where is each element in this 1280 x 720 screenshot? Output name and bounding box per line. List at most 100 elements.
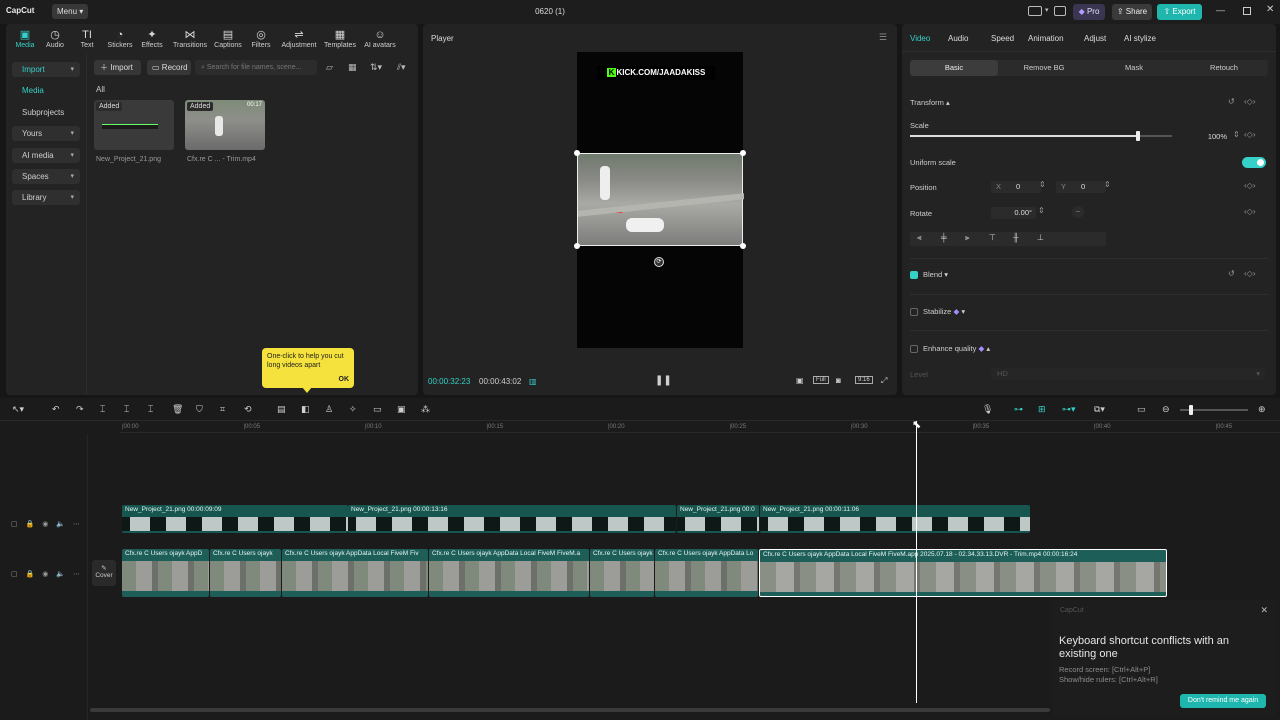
align-left-icon[interactable]: ⫷ bbox=[917, 233, 922, 243]
zoom-slider-handle[interactable] bbox=[1189, 405, 1193, 415]
stabilize-checkbox[interactable] bbox=[910, 308, 918, 316]
enhance-quality-heading[interactable]: Enhance quality ◆ ▴ bbox=[923, 344, 990, 353]
tab-adjustment[interactable]: ⇌ Adjustment bbox=[278, 28, 320, 49]
full-quality-button[interactable]: Full bbox=[813, 376, 829, 384]
tooltip-ok-button[interactable]: OK bbox=[339, 376, 350, 383]
subtab-retouch[interactable]: Retouch bbox=[1180, 60, 1268, 76]
preview-axis-icon[interactable]: ⧉▾ bbox=[1094, 404, 1105, 415]
blend-checkbox[interactable] bbox=[910, 271, 918, 279]
grid-view-icon[interactable]: ▦ bbox=[348, 62, 357, 73]
lock-icon[interactable]: 🔒 bbox=[26, 571, 35, 578]
more-icon[interactable]: ⋯ bbox=[73, 521, 80, 528]
align-center-v-icon[interactable]: ╫ bbox=[1013, 233, 1019, 242]
scale-slider-handle[interactable] bbox=[1135, 131, 1140, 141]
close-window-icon[interactable]: ✕ bbox=[1266, 4, 1274, 15]
keyframe-icon[interactable]: ‹◇› bbox=[1244, 181, 1255, 190]
align-right-icon[interactable]: ⫸ bbox=[965, 233, 970, 243]
remove-bg-icon[interactable]: ♙ bbox=[325, 404, 333, 415]
auto-snap-icon[interactable]: ⊞ bbox=[1038, 404, 1046, 415]
export-button[interactable]: ⇧ Export bbox=[1157, 4, 1202, 20]
tab-speed[interactable]: Speed bbox=[991, 34, 1014, 43]
linkage-icon[interactable]: ⊶▾ bbox=[1062, 404, 1076, 415]
tab-text[interactable]: TI Text bbox=[70, 28, 104, 49]
delete-icon[interactable]: 🗑 bbox=[172, 404, 183, 415]
stabilize-heading[interactable]: Stabilize ◆ ▾ bbox=[923, 307, 965, 316]
dont-remind-button[interactable]: Don't remind me again bbox=[1180, 694, 1266, 708]
maximize-icon[interactable] bbox=[1243, 7, 1251, 15]
blend-heading[interactable]: Blend ▾ bbox=[923, 270, 948, 279]
enhance-quality-checkbox[interactable] bbox=[910, 345, 918, 353]
redo-icon[interactable]: ↷ bbox=[76, 404, 84, 415]
sidebar-spaces[interactable]: Spaces ▾ bbox=[12, 169, 80, 184]
minimize-icon[interactable]: — bbox=[1216, 5, 1225, 15]
track-visibility-icon[interactable]: ▢ bbox=[11, 571, 18, 578]
notification-close-icon[interactable]: ✕ bbox=[1260, 605, 1268, 616]
layout-icon[interactable] bbox=[1028, 6, 1042, 16]
smart-split-icon[interactable]: ◧ bbox=[301, 404, 310, 415]
y-stepper-icon[interactable]: ⇕ bbox=[1104, 180, 1111, 189]
tab-animation[interactable]: Animation bbox=[1028, 34, 1064, 43]
subtab-remove-bg[interactable]: Remove BG bbox=[1000, 60, 1088, 76]
handle-tl[interactable] bbox=[574, 150, 580, 156]
keyframe-icon[interactable]: ‹◇› bbox=[1244, 207, 1255, 216]
player-menu-icon[interactable]: ☰ bbox=[879, 32, 887, 43]
sidebar-media[interactable]: Media bbox=[12, 83, 80, 98]
reset-icon[interactable]: ↺ bbox=[1228, 97, 1235, 106]
cover-button[interactable]: ✎ Cover bbox=[92, 560, 116, 586]
sidebar-import[interactable]: Import ▾ bbox=[12, 62, 80, 77]
tab-adjust[interactable]: Adjust bbox=[1084, 34, 1106, 43]
rotate-handle-icon[interactable]: ⟳ bbox=[654, 257, 664, 267]
video-clip[interactable]: Cfx.re C Users ojayk AppData Local FiveM… bbox=[282, 549, 428, 597]
playhead[interactable] bbox=[916, 421, 917, 703]
tab-captions[interactable]: ▤ Captions bbox=[211, 28, 245, 49]
overlay-clip[interactable]: New_Project_21.png 00:00:09:09 bbox=[122, 505, 348, 533]
video-clip[interactable]: Cfx.re C Users ojayk bbox=[590, 549, 654, 597]
tab-audio-props[interactable]: Audio bbox=[948, 34, 968, 43]
preview-canvas[interactable]: K KICK.COM/JAADAKISS ⟳ bbox=[574, 52, 746, 348]
aspect-ratio-button[interactable]: 9:16 bbox=[855, 376, 873, 384]
handle-bl[interactable] bbox=[574, 243, 580, 249]
microphone-icon[interactable]: 🎙 bbox=[982, 404, 993, 415]
level-select[interactable]: HD ▾ bbox=[991, 368, 1265, 380]
snapshot-icon[interactable]: ◙ bbox=[836, 376, 841, 385]
select-tool-icon[interactable]: ↖▾ bbox=[12, 404, 24, 415]
video-clip[interactable]: Cfx.re C Users ojayk AppD bbox=[122, 549, 209, 597]
tab-ai-avatars[interactable]: ☺ AI avatars bbox=[360, 28, 400, 49]
folder-icon[interactable]: ▱ bbox=[326, 62, 333, 73]
overlay-clip[interactable]: New_Project_21.png 00:00:11:06 bbox=[760, 505, 1030, 533]
tab-templates[interactable]: ▦ Templates bbox=[322, 28, 358, 49]
tab-ai-stylize[interactable]: AI stylize bbox=[1124, 34, 1156, 43]
align-center-h-icon[interactable]: ╪ bbox=[941, 233, 947, 242]
tab-filters[interactable]: ◎ Filters bbox=[244, 28, 278, 49]
reset-icon[interactable]: ↺ bbox=[1228, 269, 1235, 278]
media-thumb-video[interactable]: Added 00:17 bbox=[185, 100, 265, 150]
record-button[interactable]: ▭ Record bbox=[147, 60, 191, 75]
lock-icon[interactable]: 🔒 bbox=[26, 521, 35, 528]
mark-icon[interactable]: ⛉ bbox=[196, 404, 203, 415]
scale-slider[interactable] bbox=[910, 131, 1172, 141]
import-button[interactable]: ＋ Import bbox=[94, 60, 141, 75]
overlay-clip[interactable]: New_Project_21.png 00:0 bbox=[677, 505, 759, 533]
mute-icon[interactable]: 🔈 bbox=[56, 571, 65, 578]
x-stepper-icon[interactable]: ⇕ bbox=[1039, 180, 1046, 189]
freeze-icon[interactable]: ▤ bbox=[277, 404, 286, 415]
more-icon[interactable]: ⋯ bbox=[73, 571, 80, 578]
split-icon[interactable]: ⌶ bbox=[100, 404, 105, 415]
zoom-in-icon[interactable]: ⊕ bbox=[1258, 404, 1266, 415]
align-bottom-icon[interactable]: ⊥ bbox=[1037, 233, 1044, 242]
search-input[interactable]: ⌕ Search for file names, scene... bbox=[195, 60, 317, 75]
mute-icon[interactable]: 🔈 bbox=[56, 521, 65, 528]
sidebar-ai-media[interactable]: AI media ▾ bbox=[12, 148, 80, 163]
position-y-field[interactable]: Y0 bbox=[1056, 181, 1106, 193]
magic-icon[interactable]: ✧ bbox=[349, 404, 357, 415]
video-clip[interactable]: Cfx.re C Users ojayk AppData Local FiveM… bbox=[429, 549, 589, 597]
share-button[interactable]: ⇪ Share bbox=[1112, 4, 1152, 20]
effects-tool-icon[interactable]: ⁂ bbox=[421, 404, 430, 415]
main-track-magnet-icon[interactable]: ⊶ bbox=[1014, 404, 1023, 415]
position-x-field[interactable]: X0 bbox=[991, 181, 1041, 193]
undo-icon[interactable]: ↶ bbox=[52, 404, 60, 415]
media-thumb-png[interactable]: Added bbox=[94, 100, 174, 150]
selected-video-frame[interactable] bbox=[577, 153, 744, 246]
rotate-stepper-icon[interactable]: ⇕ bbox=[1038, 206, 1045, 215]
overlay-clip[interactable]: New_Project_21.png 00:00:13:16 bbox=[348, 505, 676, 533]
